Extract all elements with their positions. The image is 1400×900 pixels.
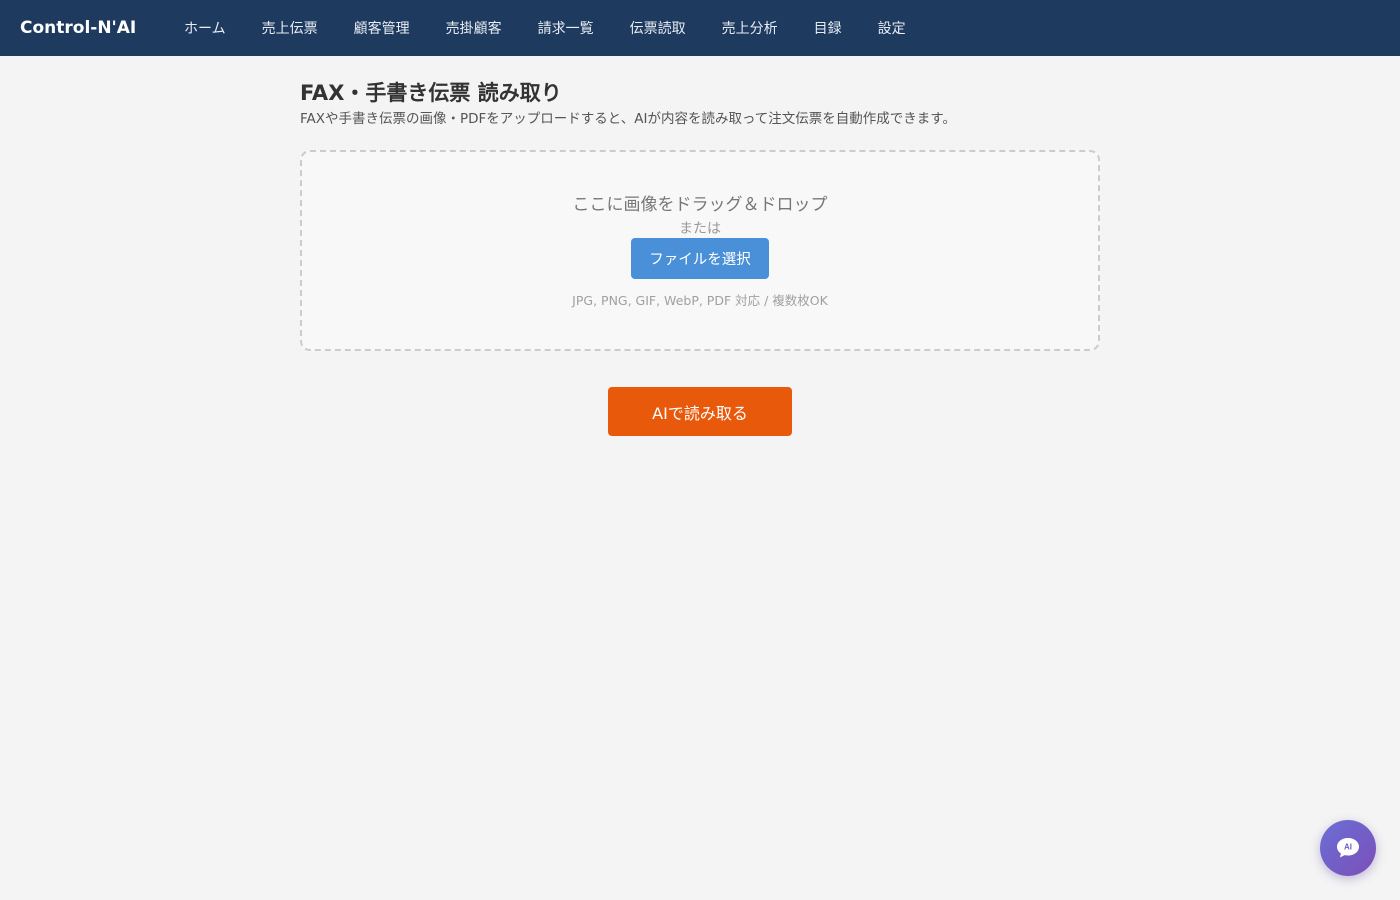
dropzone-or-text: または [679, 221, 721, 237]
nav-item-slip-reader[interactable]: 伝票読取 [612, 0, 704, 56]
top-navbar: Control-N'AI ホーム 売上伝票 顧客管理 売掛顧客 請求一覧 伝票読… [0, 0, 1400, 56]
nav-item-sales-analysis[interactable]: 売上分析 [704, 0, 796, 56]
dropzone-instruction: ここに画像をドラッグ＆ドロップ [572, 195, 828, 215]
nav-item-receivable-customers[interactable]: 売掛顧客 [428, 0, 520, 56]
fab-ai-label: AI [1344, 843, 1352, 852]
select-file-button[interactable]: ファイルを選択 [631, 238, 769, 279]
page-description: FAXや手書き伝票の画像・PDFをアップロードすると、AIが内容を読み取って注文… [300, 111, 956, 127]
nav-item-sales-slips[interactable]: 売上伝票 [244, 0, 336, 56]
nav-item-catalog[interactable]: 目録 [796, 0, 860, 56]
brand-logo[interactable]: Control-N'AI [20, 0, 136, 56]
page-title: FAX・手書き伝票 読み取り [300, 81, 562, 105]
ai-read-button[interactable]: AIで読み取る [608, 387, 792, 436]
file-dropzone[interactable]: ここに画像をドラッグ＆ドロップ または ファイルを選択 JPG, PNG, GI… [300, 150, 1100, 351]
ai-chat-fab[interactable]: AI [1320, 820, 1376, 876]
nav-item-settings[interactable]: 設定 [860, 0, 924, 56]
main-content: FAX・手書き伝票 読み取り FAXや手書き伝票の画像・PDFをアップロードする… [300, 78, 1100, 436]
nav-item-customers[interactable]: 顧客管理 [336, 0, 428, 56]
nav-item-home[interactable]: ホーム [166, 0, 244, 56]
main-nav: ホーム 売上伝票 顧客管理 売掛顧客 請求一覧 伝票読取 売上分析 目録 設定 [166, 0, 924, 56]
chat-bubble-icon: AI [1337, 838, 1359, 858]
supported-formats-text: JPG, PNG, GIF, WebP, PDF 対応 / 複数枚OK [572, 293, 828, 308]
nav-item-invoices[interactable]: 請求一覧 [520, 0, 612, 56]
